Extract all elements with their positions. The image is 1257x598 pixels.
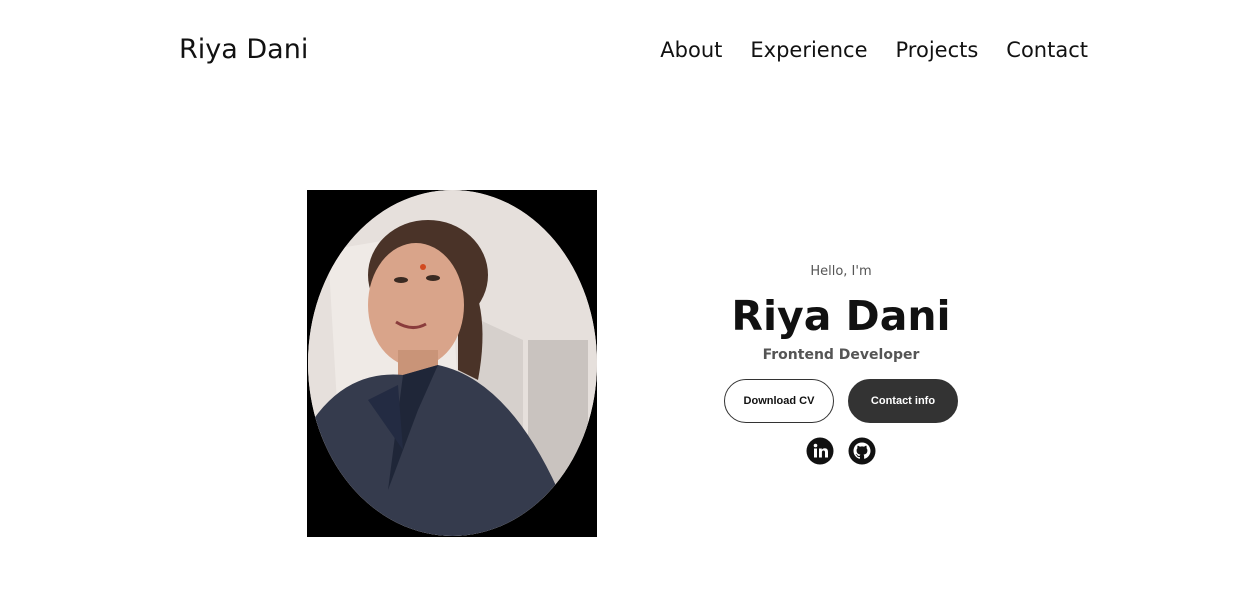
- nav-projects-link[interactable]: Projects: [896, 36, 979, 64]
- hero-greeting: Hello, I'm: [810, 264, 872, 279]
- github-icon[interactable]: [848, 437, 876, 465]
- hero-intro: Hello, I'm Riya Dani Frontend Developer …: [700, 262, 982, 465]
- nav-experience-link[interactable]: Experience: [750, 36, 867, 64]
- main-nav: About Experience Projects Contact: [660, 36, 1088, 64]
- profile-photo-illustration: [308, 190, 597, 536]
- hero-name: Riya Dani: [731, 292, 951, 340]
- download-cv-button[interactable]: Download CV: [724, 379, 834, 423]
- contact-info-button[interactable]: Contact info: [848, 379, 958, 423]
- social-links: [700, 437, 982, 465]
- hero-role: Frontend Developer: [762, 347, 920, 363]
- profile-picture: [308, 190, 597, 536]
- site-logo[interactable]: Riya Dani: [179, 33, 308, 67]
- profile-picture-frame: [307, 190, 597, 537]
- hero-buttons: Download CV Contact info: [700, 379, 982, 423]
- nav-contact-link[interactable]: Contact: [1006, 36, 1088, 64]
- linkedin-icon[interactable]: [806, 437, 834, 465]
- nav-about-link[interactable]: About: [660, 36, 722, 64]
